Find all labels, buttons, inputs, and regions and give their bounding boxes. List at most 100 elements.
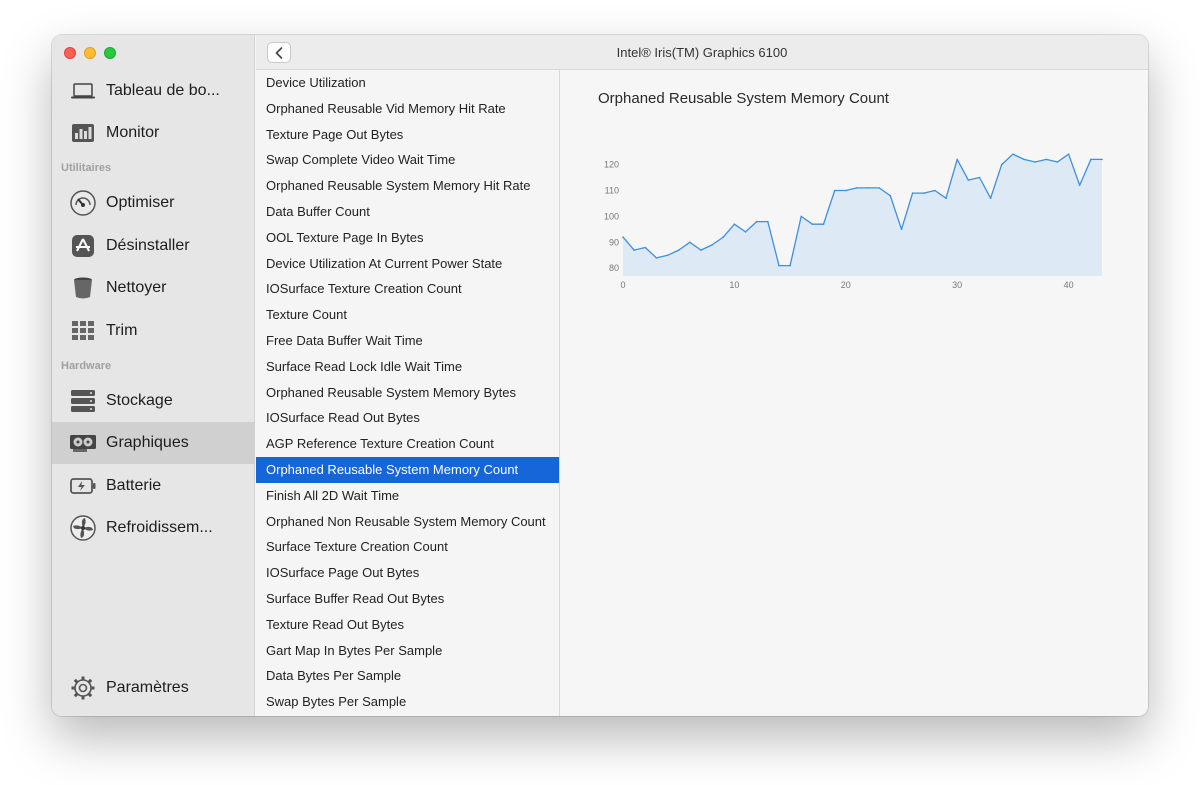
metric-list-item[interactable]: Swap Bytes Per Sample [256, 689, 559, 715]
fan-icon [70, 515, 96, 541]
sidebar: Tableau de bo... Monitor Utilitaires Opt… [52, 35, 255, 716]
chart-data-point [889, 194, 892, 197]
y-tick-label: 90 [609, 237, 619, 247]
sidebar-item-graphics[interactable]: Graphiques [52, 422, 255, 464]
sidebar-item-storage[interactable]: Stockage [52, 380, 255, 422]
x-tick-label: 0 [620, 280, 625, 290]
chart-data-point [655, 257, 658, 259]
sidebar-item-label: Monitor [106, 124, 160, 141]
sidebar-item-label: Trim [106, 322, 138, 339]
sidebar-item-label: Refroidissem... [106, 519, 213, 536]
chart-data-point [1067, 153, 1070, 155]
x-tick-label: 30 [952, 280, 962, 290]
chart-data-point [878, 187, 880, 189]
chart-area-fill [623, 154, 1102, 276]
metric-list-item[interactable]: Orphaned Reusable System Memory Hit Rate [256, 173, 559, 199]
metric-list: Device Utilization Orphaned Reusable Vid … [256, 70, 560, 716]
metric-list-item[interactable]: Orphaned Reusable Vid Memory Hit Rate [256, 96, 559, 122]
metric-list-item[interactable]: Swap Complete Video Wait Time [256, 147, 559, 173]
battery-icon [70, 473, 96, 499]
chart-data-point [923, 192, 925, 194]
close-button[interactable] [64, 47, 76, 59]
grid-icon [70, 318, 96, 344]
metric-list-item[interactable]: Texture Count [256, 302, 559, 328]
title-bar: Intel® Iris(TM) Graphics 6100 [256, 35, 1148, 70]
metric-list-item[interactable]: Surface Texture Creation Count [256, 534, 559, 560]
metric-list-item[interactable]: Texture Read Out Bytes [256, 612, 559, 638]
y-tick-label: 100 [604, 211, 619, 221]
gauge-icon [70, 190, 96, 216]
metric-list-item[interactable]: Texture Page Out Bytes [256, 122, 559, 148]
sidebar-item-trim[interactable]: Trim [52, 310, 255, 352]
metric-list-item[interactable]: Free Data Buffer Wait Time [256, 328, 559, 354]
metric-list-item[interactable]: IOSurface Page Out Bytes [256, 560, 559, 586]
chart-data-point [755, 220, 758, 223]
chart-pane: Orphaned Reusable System Memory Count 80… [560, 70, 1148, 716]
chart-data-point [622, 236, 624, 238]
chart-data-point [1078, 184, 1081, 187]
metric-list-item[interactable]: Finish All 2D Wait Time [256, 483, 559, 509]
sidebar-item-label: Optimiser [106, 194, 175, 211]
sidebar-item-dashboard[interactable]: Tableau de bo... [52, 70, 255, 112]
section-header-utilities: Utilitaires [61, 162, 112, 174]
metric-list-item[interactable]: Device Utilization At Current Power Stat… [256, 251, 559, 277]
metric-list-item[interactable]: Orphaned Non Reusable System Memory Coun… [256, 509, 559, 535]
y-tick-label: 80 [609, 263, 619, 273]
window-controls [64, 47, 116, 59]
metric-list-item[interactable]: Data Bytes Per Sample [256, 663, 559, 689]
minimize-button[interactable] [84, 47, 96, 59]
chart-data-point [744, 231, 747, 233]
metric-list-item[interactable]: IOSurface Read Out Bytes [256, 405, 559, 431]
chart-data-point [711, 244, 713, 246]
sidebar-item-label: Stockage [106, 392, 173, 409]
metric-list-item[interactable]: Surface Buffer Read Out Bytes [256, 586, 559, 612]
chart-data-point [666, 254, 669, 257]
sidebar-item-label: Nettoyer [106, 279, 167, 296]
metric-list-item[interactable]: IOSurface Texture Creation Count [256, 276, 559, 302]
chart-data-point [1045, 158, 1048, 161]
sidebar-item-battery[interactable]: Batterie [52, 465, 255, 507]
chart-data-point [689, 241, 691, 244]
metric-list-item[interactable]: Surface Read Lock Idle Wait Time [256, 354, 559, 380]
chart-data-point [811, 223, 814, 225]
chart-data-point [677, 249, 680, 251]
chart-data-point [967, 179, 970, 181]
metric-list-item[interactable]: Device Utilization [256, 70, 559, 96]
y-tick-label: 120 [604, 160, 619, 170]
gpu-icon [70, 430, 96, 456]
sidebar-item-settings[interactable]: Paramètres [52, 667, 255, 709]
chart-data-point [1090, 158, 1092, 161]
chart-data-point [767, 220, 769, 223]
chart-data-point [1012, 153, 1014, 155]
chart-data-point [733, 223, 736, 225]
sidebar-item-cooling[interactable]: Refroidissem... [52, 507, 255, 549]
metric-list-item[interactable]: Orphaned Reusable System Memory Bytes [256, 380, 559, 406]
chart-data-point [1000, 163, 1003, 166]
sidebar-item-label: Graphiques [106, 434, 189, 451]
sidebar-item-monitor[interactable]: Monitor [52, 112, 255, 154]
chart-data-point [934, 189, 936, 192]
metric-list-item[interactable]: AGP Reference Texture Creation Count [256, 431, 559, 457]
metric-list-item[interactable]: Orphaned Reusable System Memory Count [256, 456, 559, 483]
sidebar-item-cleaner[interactable]: Nettoyer [52, 267, 255, 309]
chart-data-point [789, 264, 791, 267]
app-store-icon [70, 233, 96, 259]
laptop-icon [70, 78, 96, 104]
chart-data-point [644, 246, 647, 249]
chart-data-point [978, 176, 981, 179]
chart-data-point [956, 158, 958, 161]
zoom-button[interactable] [104, 47, 116, 59]
chart-data-point [1023, 158, 1025, 161]
chart-data-point [911, 192, 914, 194]
sidebar-item-label: Tableau de bo... [106, 82, 220, 99]
app-window: Tableau de bo... Monitor Utilitaires Opt… [52, 35, 1148, 716]
metric-list-item[interactable]: Gart Map In Bytes Per Sample [256, 638, 559, 664]
metric-list-item[interactable]: Data Buffer Count [256, 199, 559, 225]
x-tick-label: 10 [729, 280, 739, 290]
gear-icon [70, 675, 96, 701]
metric-list-item[interactable]: OOL Texture Page In Bytes [256, 225, 559, 251]
x-tick-label: 20 [841, 280, 851, 290]
storage-icon [70, 388, 96, 414]
sidebar-item-optimiser[interactable]: Optimiser [52, 182, 255, 224]
sidebar-item-uninstall[interactable]: Désinstaller [52, 225, 255, 267]
